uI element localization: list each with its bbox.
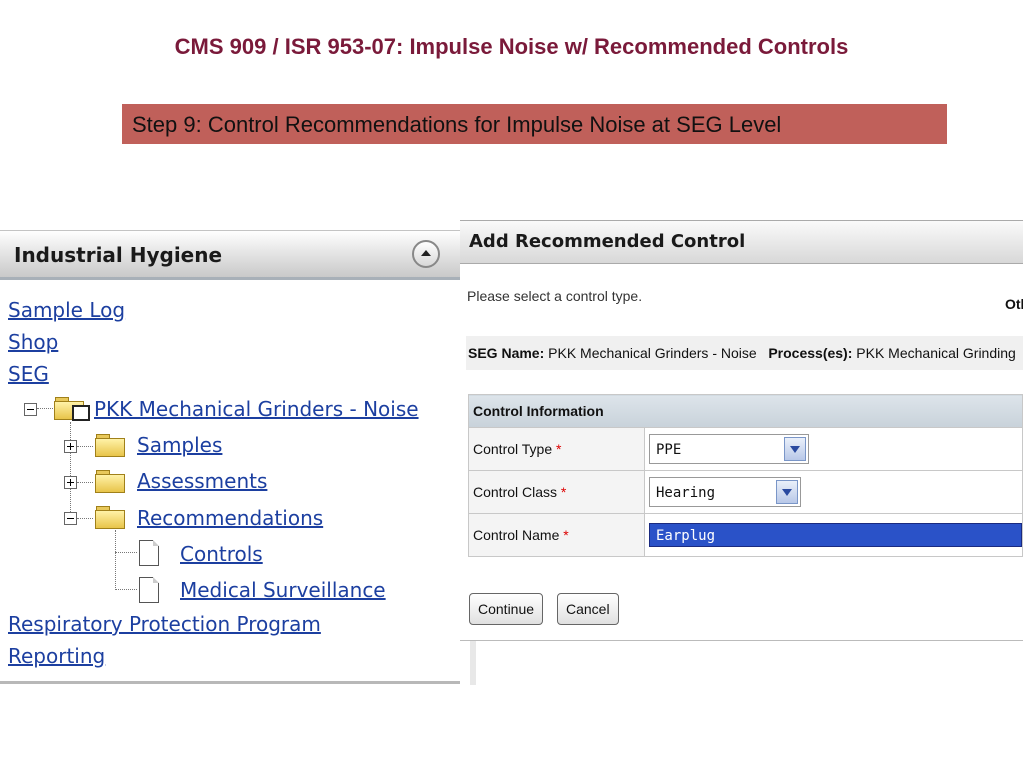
- cancel-button[interactable]: Cancel: [557, 593, 619, 625]
- collapse-recommendations-icon[interactable]: [64, 512, 77, 525]
- tree-link-assessments[interactable]: Assessments: [137, 469, 267, 493]
- expand-samples-icon[interactable]: [64, 440, 77, 453]
- tree-connector: [37, 408, 53, 409]
- add-recommended-control-panel: Add Recommended Control Please select a …: [460, 220, 1023, 685]
- control-type-label: Control Type *: [468, 427, 645, 471]
- seg-name-value: PKK Mechanical Grinders - Noise: [548, 345, 757, 361]
- required-marker: *: [563, 527, 569, 543]
- tree-connector: [115, 530, 116, 590]
- panel-title: Add Recommended Control: [469, 231, 746, 252]
- document-icon: [139, 577, 159, 603]
- step-banner: Step 9: Control Recommendations for Impu…: [122, 104, 947, 144]
- folder-icon: [95, 434, 125, 457]
- panel-footer: [460, 640, 1023, 685]
- panel-header: Industrial Hygiene: [0, 230, 462, 280]
- control-class-select[interactable]: Hearing: [649, 477, 801, 507]
- slide-title: CMS 909 / ISR 953-07: Impulse Noise w/ R…: [174, 34, 849, 59]
- instruction-text: Please select a control type.: [467, 288, 643, 304]
- seg-info-bar: SEG Name: PKK Mechanical Grinders - Nois…: [466, 336, 1023, 370]
- nav-link-shop[interactable]: Shop: [8, 330, 58, 354]
- panel-title: Industrial Hygiene: [14, 243, 223, 267]
- control-type-select[interactable]: PPE: [649, 434, 809, 464]
- truncated-text: Otl: [1005, 296, 1023, 312]
- control-name-label: Control Name *: [468, 513, 645, 557]
- expand-assessments-icon[interactable]: [64, 476, 77, 489]
- tree-link-controls[interactable]: Controls: [180, 542, 263, 566]
- tree-connector: [115, 589, 137, 590]
- seg-name-label: SEG Name:: [468, 345, 545, 361]
- industrial-hygiene-panel: Industrial Hygiene Sample Log Shop SEG P…: [0, 222, 466, 684]
- seg-home-icon: [72, 405, 90, 421]
- nav-link-sample-log[interactable]: Sample Log: [8, 298, 125, 322]
- tree-connector: [77, 446, 93, 447]
- control-name-field[interactable]: Earplug: [649, 523, 1022, 547]
- process-label: Process(es):: [768, 345, 853, 361]
- section-header: Control Information: [468, 394, 1023, 428]
- required-marker: *: [560, 484, 567, 500]
- tree-connector: [77, 482, 93, 483]
- tree-link-recommendations[interactable]: Recommendations: [137, 506, 323, 530]
- control-class-label: Control Class *: [468, 470, 645, 514]
- open-folder-icon: [95, 506, 125, 529]
- tree-connector: [77, 518, 93, 519]
- tree-link-medical-surveillance[interactable]: Medical Surveillance: [180, 578, 386, 602]
- tree-link-samples[interactable]: Samples: [137, 433, 222, 457]
- process-value: PKK Mechanical Grinding: [856, 345, 1016, 361]
- folder-icon: [95, 470, 125, 493]
- tree-connector: [115, 552, 137, 553]
- tree-connector: [70, 422, 71, 522]
- control-type-cell: PPE: [644, 427, 1023, 471]
- chevron-down-icon[interactable]: [784, 437, 806, 461]
- control-name-cell: Earplug: [644, 513, 1023, 557]
- tree-link-seg-node[interactable]: PKK Mechanical Grinders - Noise: [94, 397, 419, 421]
- continue-button[interactable]: Continue: [469, 593, 544, 625]
- control-class-cell: Hearing: [644, 470, 1023, 514]
- collapse-seg-node-icon[interactable]: [24, 403, 37, 416]
- required-marker: *: [556, 441, 562, 457]
- nav-link-seg[interactable]: SEG: [8, 362, 49, 386]
- document-icon: [139, 540, 159, 566]
- nav-link-respiratory-protection[interactable]: Respiratory Protection Program: [8, 612, 321, 636]
- collapse-up-icon[interactable]: [412, 240, 440, 268]
- control-information-table: Control Information Control Type * PPE C…: [468, 394, 1023, 557]
- chevron-down-icon[interactable]: [776, 480, 798, 504]
- panel-header: Add Recommended Control: [460, 220, 1023, 264]
- nav-link-reporting[interactable]: Reporting: [8, 644, 105, 668]
